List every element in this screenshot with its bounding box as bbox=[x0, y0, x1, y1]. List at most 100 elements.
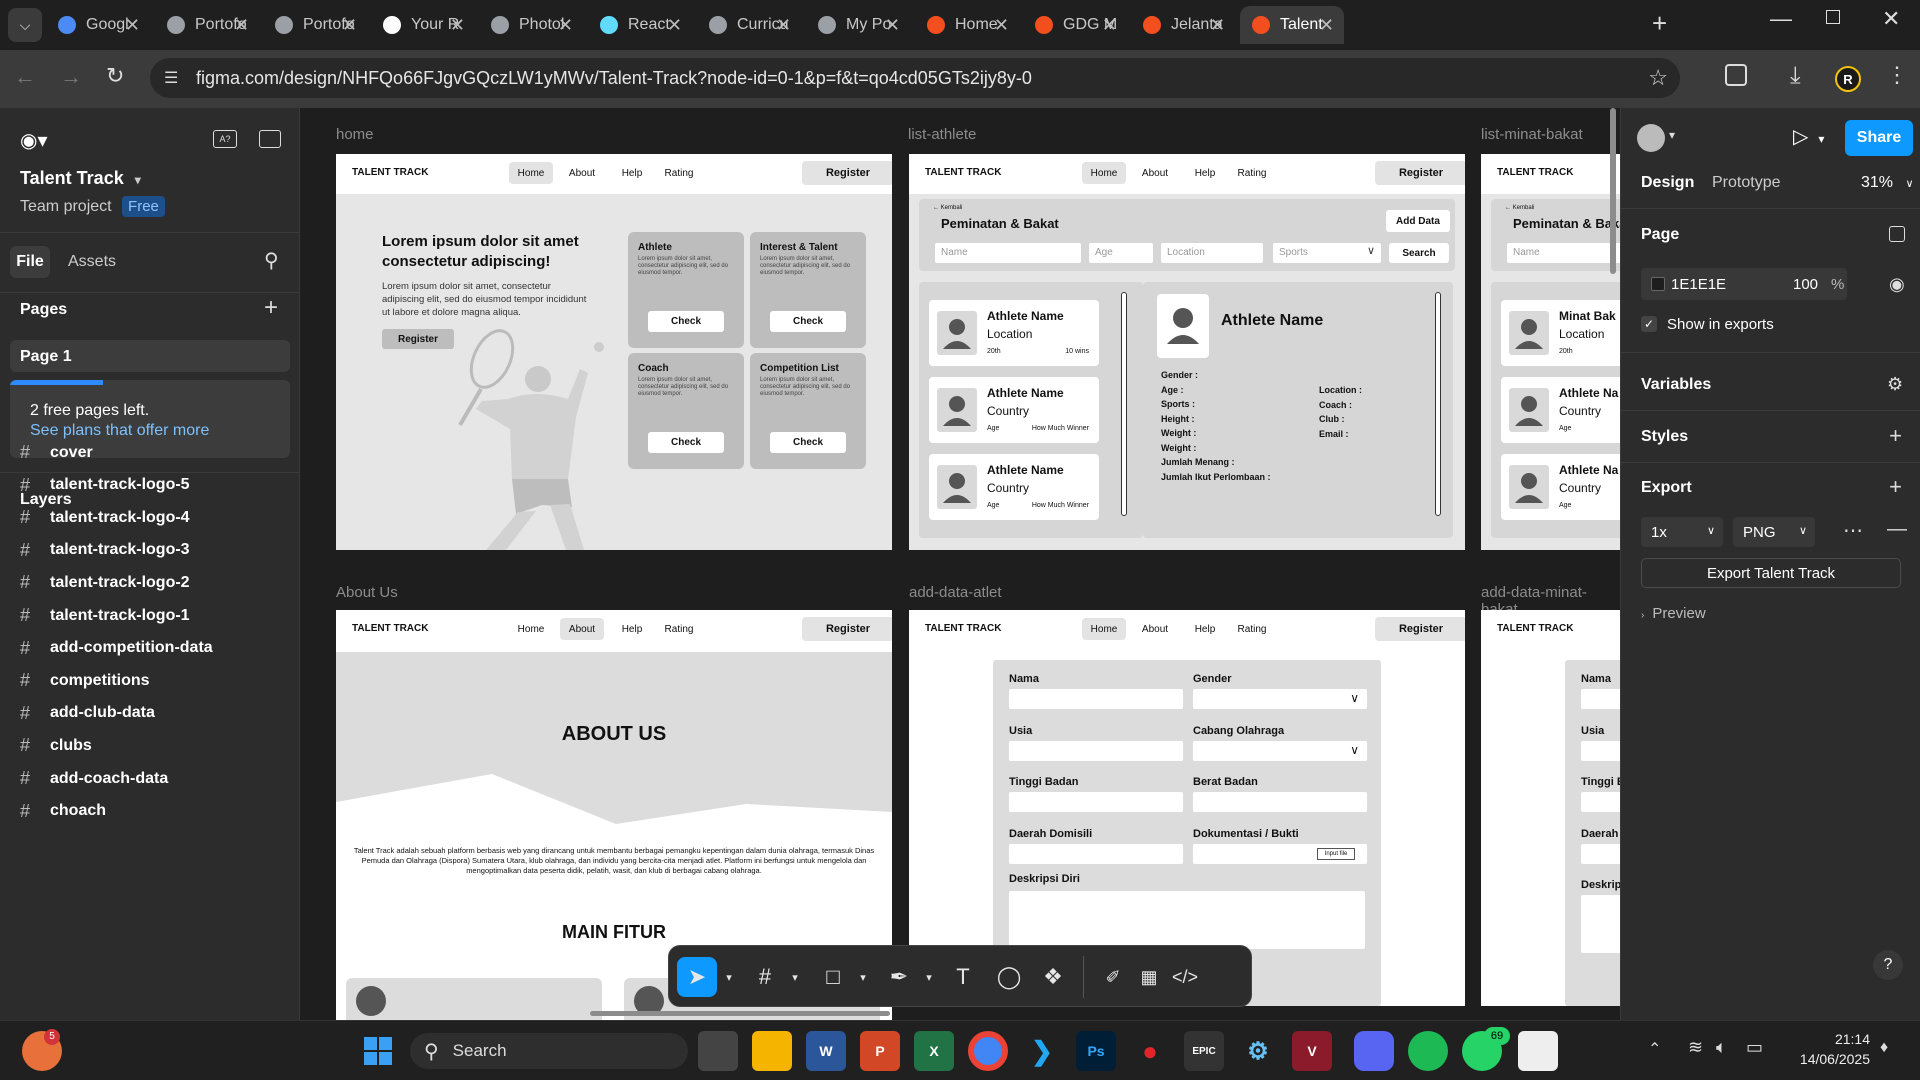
nav-item-about[interactable]: About bbox=[1133, 162, 1177, 184]
search-button[interactable]: Search bbox=[1389, 243, 1449, 263]
shape-tool-menu[interactable]: ▾ bbox=[853, 957, 873, 997]
nav-item-help[interactable]: Help bbox=[614, 162, 650, 184]
help-button[interactable]: ? bbox=[1873, 950, 1903, 980]
address-bar[interactable]: ☰ figma.com/design/NHFQo66FJgvGQczLW1yMW… bbox=[150, 58, 1680, 98]
form-select[interactable]: ∨ bbox=[1193, 689, 1367, 709]
browser-tab[interactable]: Portofo ✕ bbox=[155, 6, 259, 44]
chrome-icon[interactable] bbox=[968, 1031, 1008, 1071]
close-tab-icon[interactable]: ✕ bbox=[1102, 15, 1117, 36]
add-page-button[interactable]: + bbox=[264, 294, 278, 322]
tab-design[interactable]: Design bbox=[1641, 174, 1694, 192]
check-button[interactable]: Check bbox=[648, 311, 724, 332]
close-tab-icon[interactable]: ✕ bbox=[776, 15, 791, 36]
file-title[interactable]: Talent Track ▾ bbox=[20, 168, 141, 189]
form-input[interactable] bbox=[1581, 740, 1620, 761]
close-tab-icon[interactable]: ✕ bbox=[885, 15, 900, 36]
sidebar-toggle-icon[interactable] bbox=[259, 130, 281, 148]
dev-mode-button[interactable]: </> bbox=[1165, 957, 1205, 997]
profile-avatar[interactable]: R bbox=[1835, 66, 1861, 92]
nav-item-home[interactable]: Home bbox=[509, 618, 553, 640]
add-style-button[interactable]: + bbox=[1889, 425, 1902, 447]
close-tab-icon[interactable]: ✕ bbox=[450, 15, 465, 36]
browser-tab[interactable]: My Po ✕ bbox=[806, 6, 910, 44]
detail-scrollbar[interactable] bbox=[1435, 292, 1441, 516]
browser-menu-icon[interactable]: ⋮ bbox=[1886, 62, 1908, 88]
opacity-value[interactable]: 100 bbox=[1793, 276, 1818, 293]
form-input[interactable] bbox=[1009, 740, 1183, 761]
show-in-exports-checkbox[interactable]: ✓ bbox=[1641, 316, 1657, 332]
app-icon[interactable]: ● bbox=[1130, 1031, 1170, 1071]
filter-name-input[interactable]: Name bbox=[1507, 243, 1620, 263]
register-button[interactable]: Register bbox=[802, 617, 892, 641]
layer-item[interactable]: # talent-track-logo-3 bbox=[20, 540, 190, 561]
excel-icon[interactable]: X bbox=[914, 1031, 954, 1071]
form-input[interactable] bbox=[1009, 792, 1183, 812]
close-tab-icon[interactable]: ✕ bbox=[125, 15, 140, 36]
browser-tab[interactable]: Curricu ✕ bbox=[697, 6, 801, 44]
nav-item-home[interactable]: Home bbox=[509, 162, 553, 184]
variables-settings-icon[interactable]: ⚙ bbox=[1887, 374, 1903, 395]
register-button[interactable]: Register bbox=[1375, 617, 1465, 641]
browser-tab[interactable]: Photol ✕ bbox=[479, 6, 583, 44]
actions-tool[interactable]: ❖ bbox=[1033, 957, 1073, 997]
move-tool[interactable]: ➤ bbox=[677, 957, 717, 997]
form-input[interactable] bbox=[1581, 792, 1620, 812]
layer-item[interactable]: # cover bbox=[20, 442, 93, 463]
file-icon[interactable] bbox=[1518, 1031, 1558, 1071]
close-tab-icon[interactable]: ✕ bbox=[1210, 15, 1225, 36]
valorant-icon[interactable]: V bbox=[1292, 1031, 1332, 1071]
close-tab-icon[interactable]: ✕ bbox=[558, 15, 573, 36]
frame-list-minat-bakat[interactable]: TALENT TRACK ← Kembali Peminatan & Bakat… bbox=[1481, 154, 1620, 550]
layer-item[interactable]: # choach bbox=[20, 801, 106, 822]
layer-item[interactable]: # add-club-data bbox=[20, 703, 155, 724]
form-input[interactable]: Input file bbox=[1193, 843, 1367, 864]
windows-start-icon[interactable] bbox=[358, 1031, 398, 1071]
back-link[interactable]: ← Kembali bbox=[1505, 205, 1534, 211]
filter-sports-select[interactable]: Sports ∨ bbox=[1273, 243, 1381, 263]
search-icon[interactable]: ⚲ bbox=[264, 248, 279, 273]
check-button[interactable]: Check bbox=[770, 311, 846, 332]
nav-item-about[interactable]: About bbox=[1133, 618, 1177, 640]
wifi-icon[interactable]: ≋ bbox=[1688, 1037, 1703, 1058]
ui3-toggle-icon[interactable]: A? bbox=[213, 130, 237, 148]
form-select[interactable]: ∨ bbox=[1193, 740, 1367, 761]
frame-label-about-us[interactable]: About Us bbox=[336, 584, 398, 601]
zoom-dropdown[interactable]: 31% ∨ bbox=[1861, 174, 1914, 192]
nav-item-rating[interactable]: Rating bbox=[656, 162, 702, 184]
canvas-vertical-scrollbar[interactable] bbox=[1610, 108, 1616, 274]
filter-name-input[interactable]: Name bbox=[935, 243, 1081, 263]
powerpoint-icon[interactable]: P bbox=[860, 1031, 900, 1071]
page-item-page-1[interactable]: Page 1 bbox=[10, 340, 290, 372]
reload-button[interactable]: ↻ bbox=[106, 63, 124, 89]
browser-tab[interactable]: Jelanta ✕ bbox=[1131, 6, 1235, 44]
export-button[interactable]: Export Talent Track bbox=[1641, 558, 1901, 588]
preview-toggle[interactable]: › Preview bbox=[1641, 605, 1706, 622]
photoshop-icon[interactable]: Ps bbox=[1076, 1031, 1116, 1071]
register-button[interactable]: Register bbox=[1375, 161, 1465, 185]
new-tab-button[interactable]: + bbox=[1652, 8, 1667, 39]
close-window-button[interactable]: ✕ bbox=[1882, 6, 1900, 32]
layer-item[interactable]: # clubs bbox=[20, 735, 92, 756]
text-tool[interactable]: T bbox=[943, 957, 983, 997]
close-tab-icon[interactable]: ✕ bbox=[234, 15, 249, 36]
vscode-icon[interactable]: ❯ bbox=[1022, 1031, 1062, 1071]
steam-icon[interactable]: ⚙ bbox=[1238, 1031, 1278, 1071]
browser-tab[interactable]: GDG M ✕ bbox=[1023, 6, 1127, 44]
back-link[interactable]: ← Kembali bbox=[933, 205, 962, 211]
layer-item[interactable]: # talent-track-logo-4 bbox=[20, 507, 190, 528]
taskbar-search[interactable]: ⚲ Search bbox=[410, 1033, 688, 1069]
form-input[interactable] bbox=[1581, 895, 1620, 953]
check-button[interactable]: Check bbox=[770, 432, 846, 453]
draw-mode-button[interactable]: ✐ bbox=[1093, 957, 1133, 997]
nav-item-help[interactable]: Help bbox=[614, 618, 650, 640]
see-plans-link[interactable]: See plans that offer more bbox=[30, 422, 209, 440]
form-input[interactable] bbox=[1581, 843, 1620, 864]
frame-tool-menu[interactable]: ▾ bbox=[785, 957, 805, 997]
check-button[interactable]: Check bbox=[648, 432, 724, 453]
tray-chevron-up-icon[interactable]: ⌃ bbox=[1648, 1039, 1661, 1059]
athlete-list-item[interactable]: Athlete Name Location 20th 10 wins bbox=[929, 300, 1099, 366]
layer-item[interactable]: # add-competition-data bbox=[20, 638, 213, 659]
more-options-icon[interactable]: ⋯ bbox=[1843, 518, 1863, 543]
volume-icon[interactable]: 🔈︎ bbox=[1716, 1037, 1727, 1058]
tab-search-button[interactable]: ⌵ bbox=[8, 8, 42, 42]
